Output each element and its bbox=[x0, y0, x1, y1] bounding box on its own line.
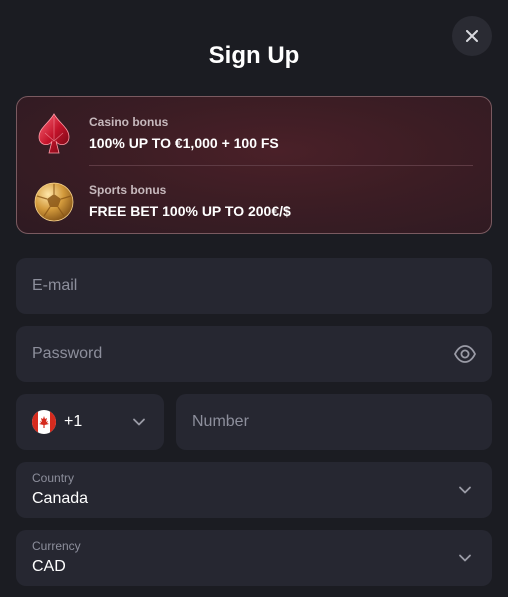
soccer-ball-icon bbox=[34, 182, 74, 222]
bonus-row-casino[interactable]: Casino bonus 100% UP TO €1,000 + 100 FS bbox=[17, 97, 491, 165]
bonus-kicker: Sports bonus bbox=[89, 183, 167, 197]
country-select[interactable]: Country Canada bbox=[16, 462, 492, 518]
bonus-row-sports[interactable]: Sports bonus FREE BET 100% UP TO 200€/$ bbox=[17, 165, 491, 233]
eye-icon[interactable] bbox=[454, 344, 476, 364]
phone-code-select[interactable]: +1 bbox=[16, 394, 164, 450]
phone-code-value: +1 bbox=[64, 413, 83, 430]
country-value: Canada bbox=[32, 490, 89, 507]
sign-up-modal: Sign Up Casino bonus 100% UP TO €1,000 +… bbox=[0, 0, 508, 597]
currency-label: Currency bbox=[32, 539, 81, 553]
chevron-down-icon bbox=[459, 486, 471, 494]
bonus-offer: 100% UP TO €1,000 + 100 FS bbox=[89, 135, 279, 151]
currency-select[interactable]: Currency CAD bbox=[16, 530, 492, 586]
bonus-offer: FREE BET 100% UP TO 200€/$ bbox=[89, 203, 291, 219]
chevron-down-icon bbox=[459, 554, 471, 562]
canada-flag-icon bbox=[32, 410, 56, 434]
phone-number-field[interactable]: Number bbox=[176, 394, 492, 450]
chevron-down-icon bbox=[133, 418, 145, 426]
phone-number-placeholder: Number bbox=[192, 413, 249, 430]
password-field[interactable]: Password bbox=[16, 326, 492, 382]
bonus-kicker: Casino bonus bbox=[89, 115, 169, 129]
currency-value: CAD bbox=[32, 558, 66, 575]
password-placeholder: Password bbox=[32, 345, 103, 362]
close-icon bbox=[466, 30, 478, 42]
country-label: Country bbox=[32, 471, 75, 485]
spade-gem-icon bbox=[38, 113, 70, 154]
email-field[interactable]: E-mail bbox=[16, 258, 492, 314]
bonus-card: Casino bonus 100% UP TO €1,000 + 100 FS … bbox=[16, 96, 492, 234]
page-title: Sign Up bbox=[208, 42, 300, 69]
email-placeholder: E-mail bbox=[32, 277, 78, 294]
